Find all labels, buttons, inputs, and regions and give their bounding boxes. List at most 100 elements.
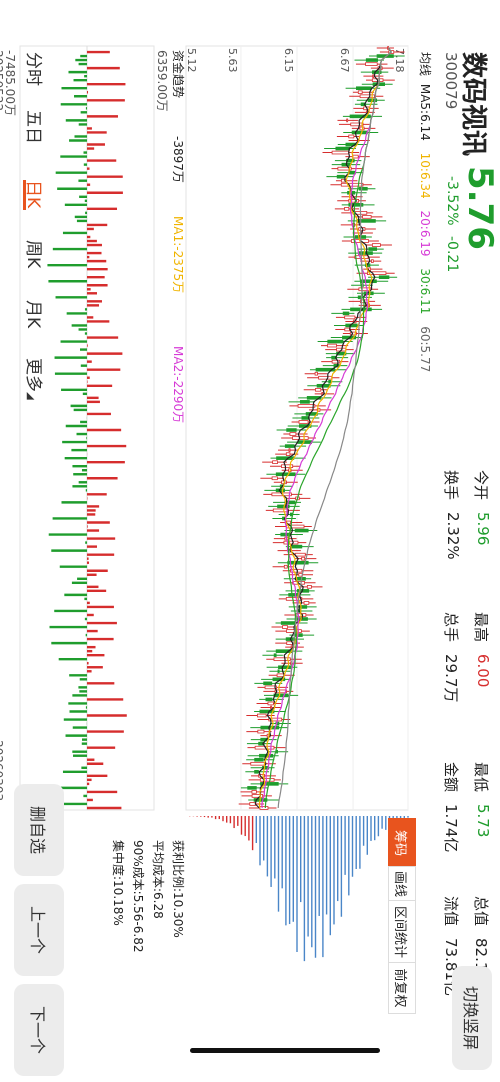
ma5-line [254,47,392,809]
candle-body [299,400,310,404]
candle-body [306,585,312,589]
tab-daily-k[interactable]: 日K [23,180,48,208]
candle-body [314,371,318,376]
candle-body [371,259,374,263]
tool-chips[interactable]: 筹码 [388,818,416,868]
candle-body [273,653,277,657]
switch-portrait-button[interactable]: 切换竖屏 [452,966,492,1070]
candle-body [294,552,306,557]
quote-label: 今开 [472,470,490,501]
candle-body [254,757,264,762]
candle-body [251,790,257,794]
quote-label: 最低 [472,762,490,793]
ma20-value: 20:6.19 [418,210,432,257]
date-end: 20260303 [0,740,5,801]
quote-value: 2.32% [444,512,462,560]
change-value: -0.21 [444,236,460,273]
candle-body [271,476,278,481]
candle-body [348,134,355,139]
ma60-value: 60:5.77 [418,326,432,373]
candle-body [247,786,257,790]
tool-range-stats[interactable]: 区间统计 [388,900,416,964]
fund-top: 6359.00万 [155,50,169,112]
candle-body [297,404,316,408]
candle-body [301,416,310,420]
candle-body [277,669,280,674]
candle-body [285,597,303,601]
candle-body [344,327,350,332]
quote-label: 流值 [442,896,460,927]
candle-body [259,806,269,810]
candle-body [342,311,350,316]
candle-body [303,601,310,605]
price-axis-label: 6.15 [282,48,295,73]
candle-body [276,673,285,678]
quote-value: 5.73 [474,804,492,838]
candle-body [283,540,299,545]
tool-adjust[interactable]: 前复权 [388,962,416,1014]
tab-five-day[interactable]: 五日 [23,110,48,144]
candle-body [335,146,351,151]
stock-code: 300079 [442,52,460,110]
quote-label: 最高 [472,612,490,643]
candle-body [344,207,350,211]
fund-ma1: MA1:-2375万 [171,216,185,293]
tool-draw-line[interactable]: 画线 [388,866,416,902]
candle-body [328,379,332,384]
candle-body [294,528,309,533]
tab-more[interactable]: 更多◢ [23,358,48,400]
tab-intraday[interactable]: 分时 [23,52,48,86]
quote-value: 5.96 [474,512,492,546]
fund-label: 资金趋势 [171,50,186,98]
candle-body [351,130,368,135]
candle-body [358,251,373,255]
candle-body [270,705,273,710]
candle-body [372,74,375,78]
candle-body [331,150,350,155]
fund-bottom: -7485.00万 [3,50,17,116]
candle-body [283,564,288,569]
candle-body [292,436,309,440]
home-indicator [190,1048,380,1053]
ma60-line [277,47,392,809]
chip-avg-cost: 平均成本:6.28 [151,840,165,919]
quote-value: 29.7万 [442,654,460,703]
candle-body [267,701,274,706]
fund-ma2: MA2:-2290万 [171,346,185,423]
active-tab-indicator [23,180,26,210]
candle-body [250,761,266,766]
candle-body [273,693,289,698]
candle-body [272,460,278,464]
ma-legend: 均线 MA5:6.14 10:6.34 20:6.19 30:6.11 60:5… [417,52,434,372]
quote-value: 1.74亿 [442,804,460,853]
candle-body [263,681,273,686]
remove-favorite-button[interactable]: 删自选 [14,784,64,876]
tab-weekly-k[interactable]: 周K [23,240,48,268]
candle-body [301,556,306,561]
candle-body [280,621,297,625]
candle-body [281,464,294,469]
next-button[interactable]: 下一个 [14,984,64,1076]
quote-label: 金额 [442,762,460,793]
tab-more-label: 更多 [23,358,43,392]
candle-body [368,247,378,251]
change-percent: -3.52% [444,176,460,226]
candle-body [251,794,264,798]
candle-body [291,544,303,549]
current-price: 5.76 [460,166,500,250]
candle-body [297,440,313,444]
candle-body [284,444,295,448]
ma-prefix: 均线 [418,52,432,77]
candle-body [327,339,344,344]
candle-body [272,508,289,513]
candle-body [315,387,322,392]
previous-button[interactable]: 上一个 [14,884,64,976]
tab-monthly-k[interactable]: 月K [23,300,48,328]
candle-body [278,665,292,670]
candle-body [356,86,372,91]
candle-body [365,62,378,66]
candle-body [327,343,337,348]
chip-stats: 获利比例:10.30% 平均成本:6.28 90%成本:5.56-6.82 集中… [108,840,188,952]
candle-body [344,315,356,320]
ma30-value: 30:6.11 [418,268,432,315]
